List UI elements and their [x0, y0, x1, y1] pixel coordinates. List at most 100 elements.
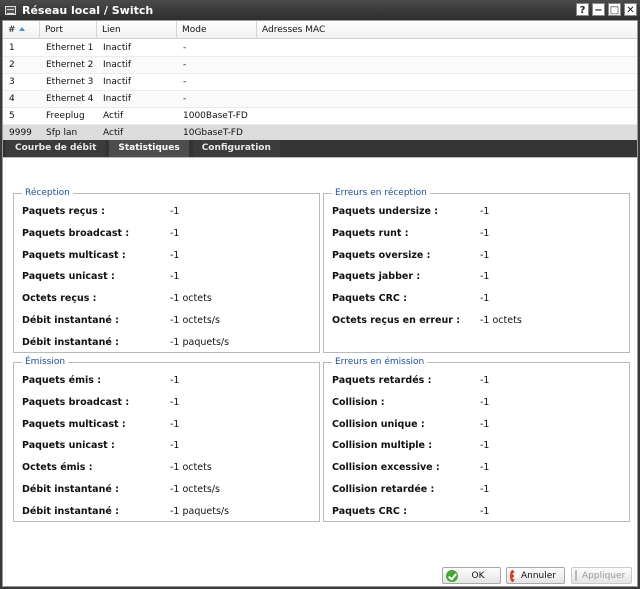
stat-value: -1 paquets/s — [170, 505, 230, 517]
reception-group: Réception Paquets reçus : -1 Paquets broad… — [13, 188, 320, 353]
stat-label: Collision unique : — [332, 418, 425, 430]
stat-label: Paquets multicast : — [22, 249, 126, 261]
emission-errors-group: Erreurs en émission Paquets retardés : -1… — [323, 357, 630, 522]
column-header-mode[interactable]: Mode — [177, 21, 257, 39]
stat-label: Octets reçus en erreur : — [332, 314, 461, 326]
stat-label: Collision excessive : — [332, 462, 440, 474]
tab-statistiques[interactable]: Statistiques — [109, 140, 189, 157]
help-button[interactable]: ? — [576, 3, 589, 16]
cell-link-mode: - — [183, 43, 187, 53]
minimize-button[interactable]: − — [592, 3, 605, 16]
cell-port-name: Sfp lan — [46, 128, 78, 138]
stat-label: Paquets reçus : — [22, 206, 105, 217]
cell-mac-addresses — [257, 91, 637, 107]
table-row[interactable]: 5 Freeplug Actif 1000BaseT-FD — [3, 108, 637, 125]
cell-link-mode: - — [183, 60, 187, 70]
stat-value: -1 — [480, 418, 490, 430]
stat-row: Paquets émis : -1 — [14, 370, 319, 392]
cell-port-number: 2 — [9, 60, 15, 70]
cancel-button-label: Annuler — [520, 570, 556, 581]
window-titlebar[interactable]: Réseau local / Switch ? − □ ✕ — [0, 0, 640, 20]
cell-port-name: Freeplug — [46, 111, 85, 121]
stat-value: -1 — [480, 249, 490, 261]
switch-window: # Port Lien Mode Adresses MAC 1 Ethernet … — [2, 20, 638, 587]
ports-table-body: 1 Ethernet 1 Inactif - 2 Ethernet 2 Inactif - 3 E… — [3, 40, 637, 142]
cell-link-status: Inactif — [103, 43, 132, 53]
close-button[interactable]: ✕ — [624, 3, 637, 16]
column-header-link[interactable]: Lien — [97, 21, 177, 39]
stat-label: Paquets unicast : — [22, 440, 115, 452]
stat-label: Collision : — [332, 396, 385, 408]
ports-table-header: # Port Lien Mode Adresses MAC — [3, 21, 637, 39]
column-header-port[interactable]: Port — [40, 21, 97, 39]
cell-link-mode: 1000BaseT-FD — [183, 111, 248, 121]
cell-link-status: Actif — [103, 111, 124, 121]
window-controls: ? − □ ✕ — [576, 3, 637, 16]
group-title: Réception — [25, 188, 70, 198]
column-header-label: # — [8, 25, 16, 35]
apply-button[interactable]: Appliquer — [571, 567, 632, 584]
stat-label: Débit instantané : — [22, 314, 119, 326]
emission-group: Émission Paquets émis : -1 Paquets broadca… — [13, 357, 320, 522]
stat-row: Collision excessive : -1 — [324, 457, 629, 479]
switch-icon — [5, 5, 16, 15]
cell-link-status: Inactif — [103, 60, 132, 70]
stat-label: Paquets runt : — [332, 227, 409, 239]
stat-row: Collision : -1 — [324, 392, 629, 414]
stat-value: -1 — [480, 206, 490, 217]
cancel-icon — [510, 569, 515, 582]
stat-row: Débit instantané : -1 paquets/s — [14, 332, 319, 354]
tab-configuration[interactable]: Configuration — [192, 140, 280, 157]
stat-row: Débit instantané : -1 paquets/s — [14, 501, 319, 523]
stat-value: -1 — [170, 271, 180, 283]
stat-value: -1 — [170, 418, 180, 430]
tab-courbe-de-debit[interactable]: Courbe de débit — [6, 140, 106, 157]
stat-value: -1 — [170, 227, 180, 239]
stat-row: Collision multiple : -1 — [324, 435, 629, 457]
stat-value: -1 — [170, 206, 180, 217]
stat-row: Paquets CRC : -1 — [324, 288, 629, 310]
stat-label: Paquets retardés : — [332, 375, 432, 386]
stat-label: Paquets oversize : — [332, 249, 431, 261]
cell-link-status: Inactif — [103, 94, 132, 104]
cell-link-mode: 10GbaseT-FD — [183, 128, 243, 138]
stat-value: -1 octets — [480, 314, 522, 326]
column-header-number[interactable]: # — [3, 21, 40, 39]
maximize-button[interactable]: □ — [608, 3, 621, 16]
table-row[interactable]: 3 Ethernet 3 Inactif - — [3, 74, 637, 91]
apply-icon — [575, 570, 577, 581]
stat-value: -1 octets — [170, 293, 212, 305]
stat-row: Paquets unicast : -1 — [14, 435, 319, 457]
stat-value: -1 — [480, 375, 490, 386]
table-row[interactable]: 4 Ethernet 4 Inactif - — [3, 91, 637, 108]
stat-value: -1 paquets/s — [170, 336, 230, 348]
stat-row: Collision unique : -1 — [324, 414, 629, 436]
stat-row: Collision retardée : -1 — [324, 479, 629, 501]
cell-link-mode: - — [183, 94, 187, 104]
reception-errors-group: Erreurs en réception Paquets undersize :… — [323, 188, 630, 353]
stat-label: Débit instantané : — [22, 336, 119, 348]
cell-port-name: Ethernet 4 — [46, 94, 94, 104]
cell-mac-addresses — [257, 40, 637, 56]
stat-value: -1 octets/s — [170, 314, 220, 326]
cell-mac-addresses — [257, 74, 637, 90]
sort-ascending-icon — [18, 27, 25, 31]
stat-row: Paquets reçus : -1 — [14, 201, 319, 223]
stat-row: Octets reçus : -1 octets — [14, 288, 319, 310]
check-icon — [446, 569, 458, 582]
stat-value: -1 — [480, 227, 490, 239]
cancel-button[interactable]: Annuler — [506, 567, 565, 584]
ok-button-label: OK — [471, 570, 485, 581]
stat-label: Paquets broadcast : — [22, 396, 130, 408]
table-row[interactable]: 1 Ethernet 1 Inactif - — [3, 40, 637, 57]
stat-row: Paquets broadcast : -1 — [14, 223, 319, 245]
stat-value: -1 — [480, 271, 490, 283]
ok-button[interactable]: OK — [442, 567, 501, 584]
stat-row: Octets émis : -1 octets — [14, 457, 319, 479]
stat-value: -1 — [480, 293, 490, 305]
window-title: Réseau local / Switch — [22, 3, 154, 17]
stat-row: Paquets oversize : -1 — [324, 245, 629, 267]
statistics-panel: Réception Paquets reçus : -1 Paquets broad… — [3, 157, 637, 565]
column-header-mac[interactable]: Adresses MAC — [257, 21, 637, 39]
table-row[interactable]: 2 Ethernet 2 Inactif - — [3, 57, 637, 74]
